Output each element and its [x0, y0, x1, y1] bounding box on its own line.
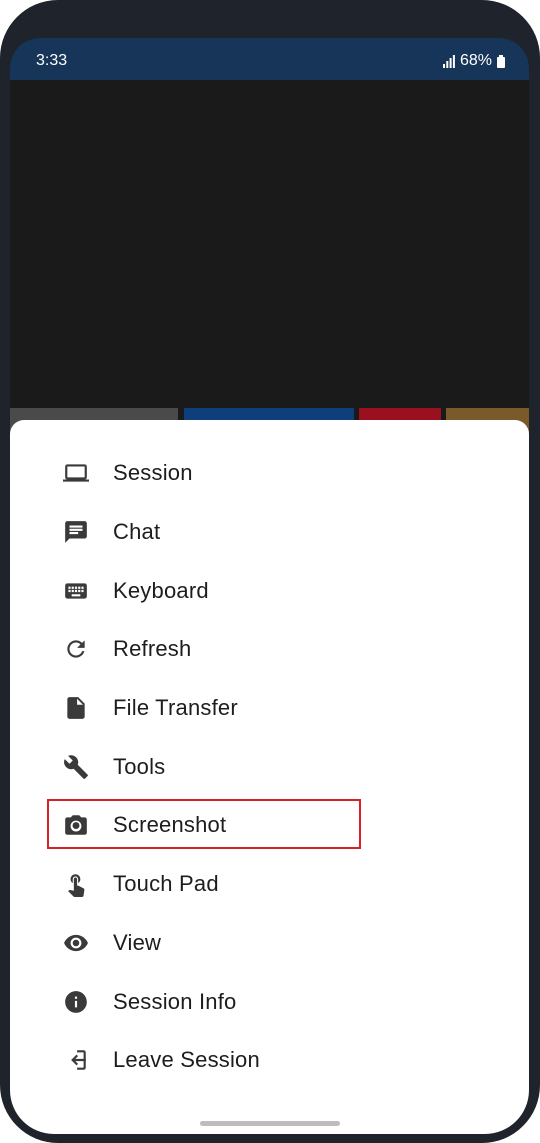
menu-item-label: Session	[113, 460, 193, 486]
refresh-icon	[62, 635, 90, 663]
chat-icon	[62, 518, 90, 546]
menu-item-session[interactable]: Session	[10, 444, 529, 503]
menu-item-tools[interactable]: Tools	[10, 737, 529, 796]
status-bar: 3:33 68%	[10, 38, 529, 80]
menu-item-leave-session[interactable]: Leave Session	[10, 1031, 529, 1090]
menu-item-label: File Transfer	[113, 695, 238, 721]
home-indicator[interactable]	[200, 1121, 340, 1126]
laptop-icon	[62, 459, 90, 487]
highlight-box	[47, 799, 361, 849]
keyboard-icon	[62, 577, 90, 605]
menu-item-file-transfer[interactable]: File Transfer	[10, 679, 529, 738]
signal-icon	[442, 54, 455, 68]
menu-list: Session Chat Keyboard Refresh File Trans…	[10, 444, 529, 1090]
touch-icon	[62, 870, 90, 898]
menu-item-label: Refresh	[113, 636, 192, 662]
menu-item-touch-pad[interactable]: Touch Pad	[10, 855, 529, 914]
menu-item-keyboard[interactable]: Keyboard	[10, 561, 529, 620]
menu-item-label: Chat	[113, 519, 161, 545]
menu-item-refresh[interactable]: Refresh	[10, 620, 529, 679]
status-right: 68%	[442, 52, 505, 70]
eye-icon	[62, 929, 90, 957]
menu-item-session-info[interactable]: Session Info	[10, 972, 529, 1031]
menu-item-label: Session Info	[113, 988, 237, 1014]
menu-item-label: Keyboard	[113, 577, 209, 603]
menu-item-label: Tools	[113, 753, 166, 779]
status-time: 3:33	[36, 52, 68, 69]
menu-item-label: Touch Pad	[113, 871, 219, 897]
wrench-icon	[62, 753, 90, 781]
battery-percent: 68%	[459, 52, 492, 69]
battery-icon	[497, 54, 505, 68]
file-icon	[62, 694, 90, 722]
menu-item-label: Leave Session	[113, 1047, 260, 1073]
remote-screen[interactable]	[10, 80, 529, 430]
menu-item-view[interactable]: View	[10, 914, 529, 973]
menu-item-chat[interactable]: Chat	[10, 503, 529, 562]
info-icon	[62, 988, 90, 1016]
menu-item-label: View	[113, 929, 162, 955]
exit-icon	[62, 1046, 90, 1074]
screen: 3:33 68% Session Chat Keyboard Refresh F…	[10, 38, 529, 1134]
bottom-sheet-menu: Session Chat Keyboard Refresh File Trans…	[10, 420, 529, 1134]
